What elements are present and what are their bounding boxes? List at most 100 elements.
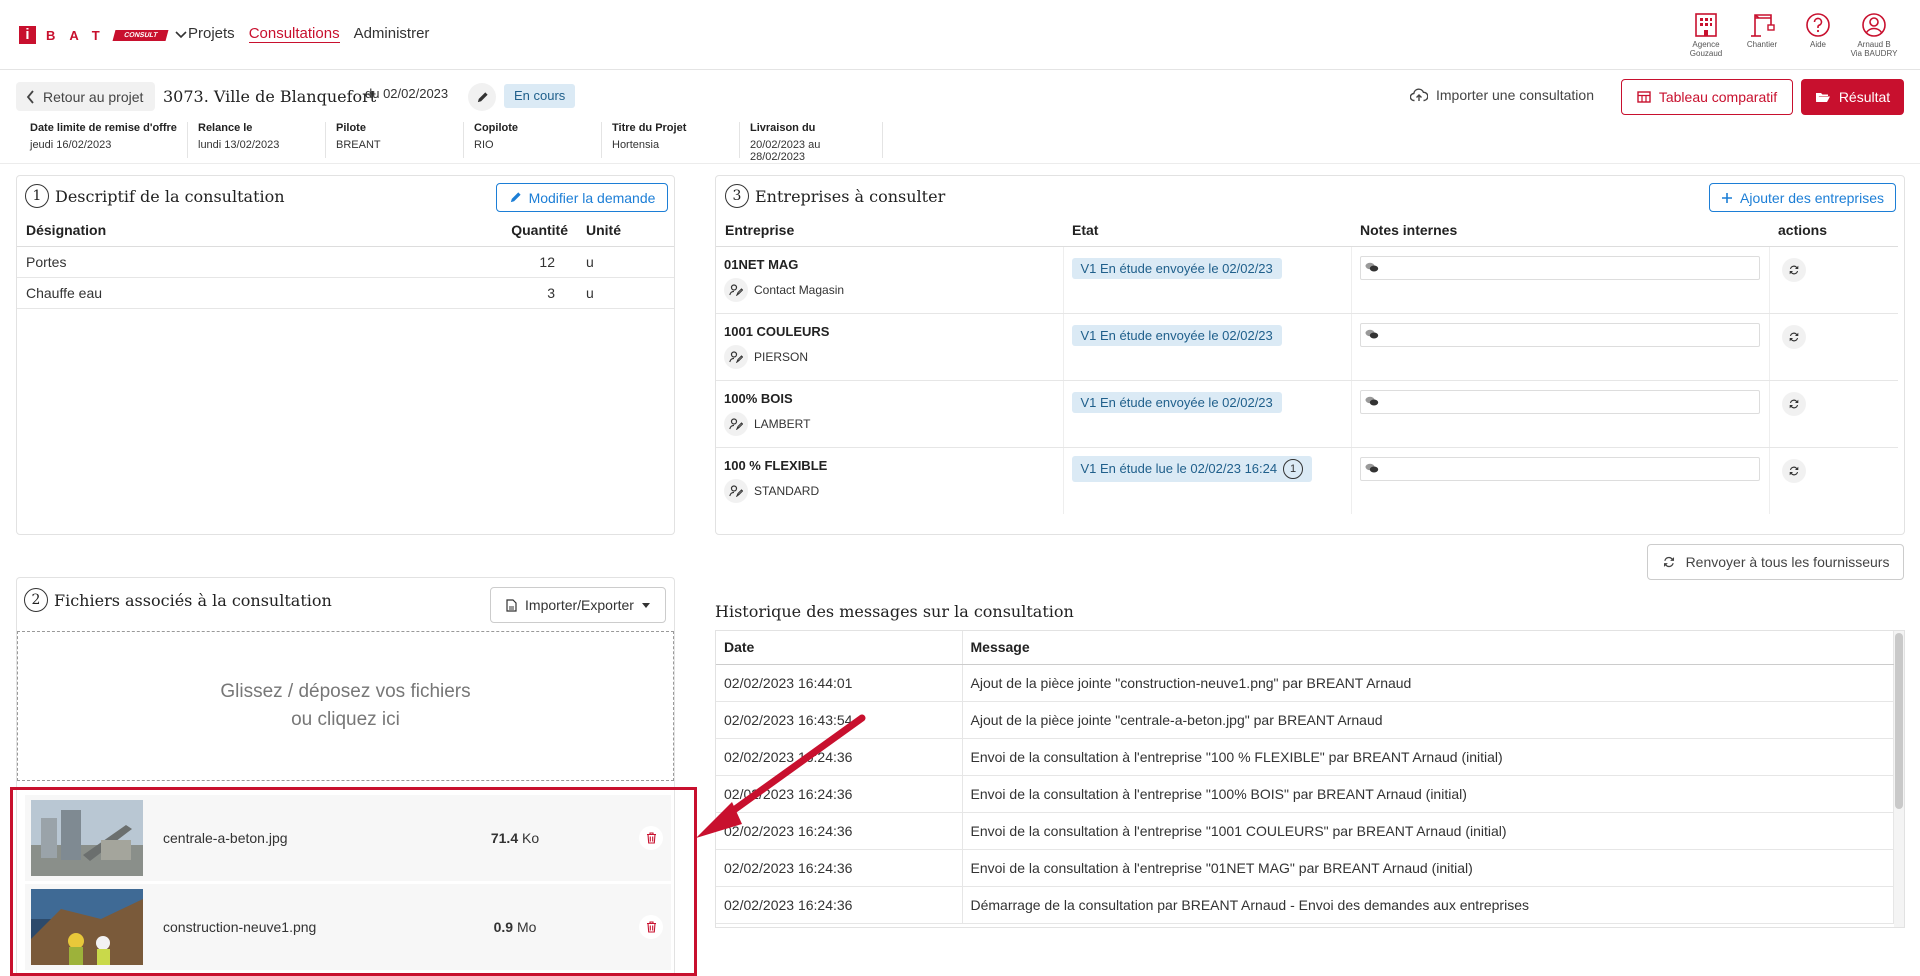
history-title: Historique des messages sur la consultat… [715,602,1074,621]
table-row: 01NET MAG Contact Magasin V1 En étude en… [716,246,1898,314]
entreprises-panel: 3 Entreprises à consulter Ajouter des en… [715,175,1905,535]
user-edit-icon [724,278,748,302]
pencil-icon [510,192,521,203]
meta-copilote-value: RIO [474,139,494,151]
result-label: Résultat [1838,89,1891,105]
history-message: Envoi de la consultation à l'entreprise … [962,738,1894,776]
import-consultation-link[interactable]: Importer une consultation [1410,87,1594,103]
read-count-badge[interactable]: 1 [1283,458,1304,479]
aide-button[interactable]: Aide [1794,10,1842,58]
nav-link-projets[interactable]: Projets [188,25,235,43]
company-name[interactable]: 01NET MAG [724,257,1055,272]
table-row: 02/02/2023 16:24:36 Envoi de la consultat… [716,849,1894,887]
import-export-dropdown[interactable]: Importer/Exporter [490,587,666,623]
user-menu-button[interactable]: Arnaud B Via BAUDRY [1850,10,1898,58]
modify-request-label: Modifier la demande [528,189,656,206]
nav-link-consultations[interactable]: Consultations [248,25,340,43]
logo-mark: i [19,26,36,44]
import-consultation-label: Importer une consultation [1436,87,1594,103]
result-button[interactable]: Résultat [1801,79,1904,115]
meta-copilote: Copilote RIO [464,122,602,158]
internal-note-input[interactable] [1359,389,1760,414]
history-scrollbar[interactable] [1894,631,1904,927]
etat-badge: V1 En étude envoyée le 02/02/23 [1071,258,1282,279]
meta-pilote-key: Pilote [336,122,366,134]
refresh-icon[interactable] [1781,257,1806,282]
chevron-down-icon[interactable] [175,28,187,42]
file-icon [506,598,517,612]
modify-request-button[interactable]: Modifier la demande [496,183,668,212]
file-dropzone[interactable]: Glissez / déposez vos fichiers ou clique… [17,631,674,781]
col-date: Date [716,631,963,665]
unite-cell: u [577,277,674,309]
nav-link-administrer[interactable]: Administrer [354,25,430,43]
resend-all-button[interactable]: Renvoyer à tous les fournisseurs [1647,544,1904,580]
table-row: 02/02/2023 16:43:54 Ajout de la pièce joi… [716,701,1894,739]
meta-copilote-key: Copilote [474,122,518,134]
table-row[interactable]: Portes 12 u [17,246,674,278]
step-number: 3 [725,184,749,208]
company-name[interactable]: 100 % FLEXIBLE [724,458,1055,473]
help-icon [1794,10,1842,40]
unite-cell: u [577,246,674,278]
internal-note-input[interactable] [1359,255,1760,280]
internal-note-input[interactable] [1359,456,1760,481]
meta-project-title-value: Hortensia [612,139,660,151]
col-quantite: Quantité [487,214,577,247]
internal-note-input[interactable] [1359,322,1760,347]
logo-text: BAT [46,27,114,43]
company-name[interactable]: 100% BOIS [724,391,1055,406]
company-contact[interactable]: PIERSON [724,345,1055,369]
app-logo[interactable]: i BAT CONSULT [19,26,187,44]
col-designation: Désignation [17,214,487,247]
col-etat: Etat [1063,214,1351,247]
etat-badge: V1 En étude envoyée le 02/02/23 [1071,325,1282,346]
contact-name: PIERSON [754,350,809,364]
agence-sublabel: Gouzaud [1689,49,1723,58]
contact-name: LAMBERT [754,417,811,431]
actions-cell [1769,313,1898,381]
history-message: Envoi de la consultation à l'entreprise … [962,812,1894,850]
user-icon [1850,10,1898,40]
chantier-label: Chantier [1746,40,1778,49]
chantier-button[interactable]: Chantier [1738,10,1786,58]
col-notes: Notes internes [1351,214,1769,247]
history-message: Ajout de la pièce jointe "centrale-a-bet… [962,701,1894,739]
comparative-table-button[interactable]: Tableau comparatif [1621,79,1793,115]
table-row: 100% BOIS LAMBERT V1 En étude envoyée le… [716,380,1898,448]
comments-icon [1365,396,1378,406]
agence-button[interactable]: Agence Gouzaud [1682,10,1730,58]
refresh-icon[interactable] [1781,458,1806,483]
scrollbar-thumb[interactable] [1895,633,1903,809]
company-contact[interactable]: STANDARD [724,479,1055,504]
col-actions: actions [1769,214,1898,247]
table-row[interactable]: Chauffe eau 3 u [17,277,674,309]
company-name[interactable]: 1001 COULEURS [724,324,1055,339]
meta-livraison: Livraison du 20/02/2023 au 28/02/2023 [740,122,883,163]
company-contact[interactable]: Contact Magasin [724,278,1055,302]
refresh-icon[interactable] [1781,391,1806,416]
pencil-icon [477,91,488,102]
top-icons: Agence Gouzaud Chantier Aide Arnaud B Vi… [1682,10,1898,58]
add-companies-button[interactable]: Ajouter des entreprises [1709,183,1896,212]
back-to-project-button[interactable]: Retour au projet [16,82,156,111]
status-badge: En cours [504,84,576,108]
history-table-container: Date Message 02/02/2023 16:44:01 Ajout de… [715,630,1905,928]
etat-cell: V1 En étude envoyée le 02/02/23 [1063,313,1352,381]
history-date: 02/02/2023 16:24:36 [716,849,963,887]
table-row: 02/02/2023 16:24:36 Envoi de la consultat… [716,812,1894,850]
refresh-icon[interactable] [1781,324,1806,349]
notes-cell [1351,246,1770,314]
table-header-row: Entreprise Etat Notes internes actions [716,214,1898,247]
step-number: 1 [25,184,49,208]
col-entreprise: Entreprise [716,214,1063,247]
main-nav: Projets Consultations Administrer [188,25,429,43]
table-header-row: Désignation Quantité Unité [17,214,674,247]
table-row: 02/02/2023 16:24:36 Démarrage de la consu… [716,886,1894,924]
edit-title-button[interactable] [468,83,496,111]
fichiers-title: 2 Fichiers associés à la consultation [24,588,332,612]
cloud-upload-icon [1410,88,1428,102]
designation-cell: Portes [17,246,487,278]
descriptif-table: Désignation Quantité Unité Portes 12 u C… [17,214,674,309]
company-contact[interactable]: LAMBERT [724,412,1055,436]
